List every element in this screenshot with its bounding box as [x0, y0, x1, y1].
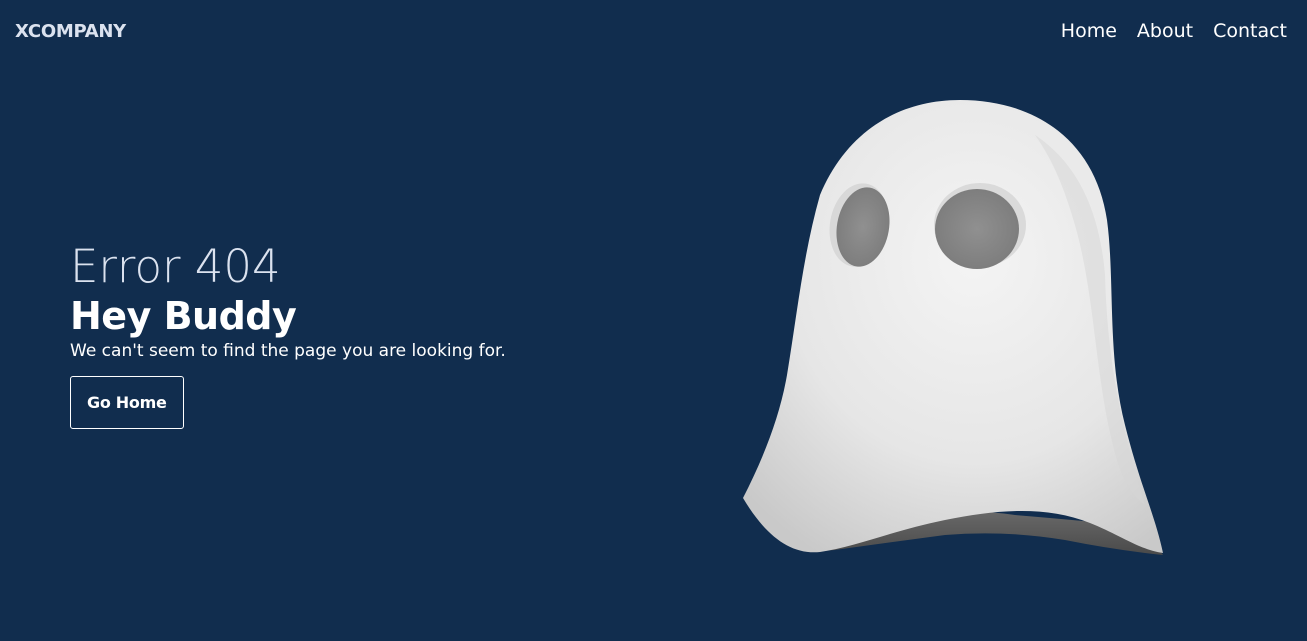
go-home-button[interactable]: Go Home [70, 376, 184, 430]
hero-text: Error 404 Hey Buddy We can't seem to fin… [70, 240, 506, 430]
nav-link-about[interactable]: About [1137, 20, 1193, 42]
nav-link-contact[interactable]: Contact [1213, 20, 1287, 42]
logo[interactable]: XCOMPANY [15, 21, 126, 42]
error-message: We can't seem to find the page you are l… [70, 341, 506, 362]
nav-link-home[interactable]: Home [1061, 20, 1117, 42]
error-page: XCOMPANY Home About Contact Error 404 He… [0, 0, 1307, 641]
ghost-icon [743, 100, 1163, 555]
navbar: XCOMPANY Home About Contact [0, 0, 1307, 64]
nav-links: Home About Contact [1061, 20, 1287, 42]
ghost-illustration [735, 95, 1175, 569]
error-code: Error 404 [70, 240, 281, 293]
headline: Hey Buddy [70, 293, 297, 338]
